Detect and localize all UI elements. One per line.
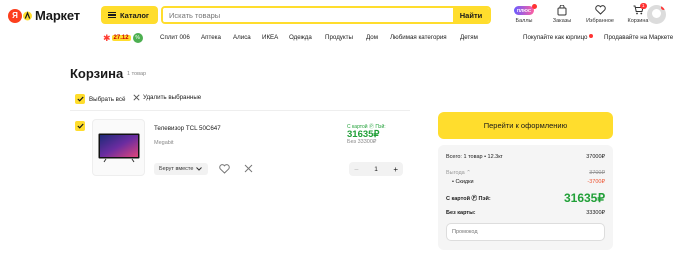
nav-item-split[interactable]: Сплит 006 <box>160 34 190 41</box>
nav-item-pharmacy[interactable]: Аптека <box>201 34 221 41</box>
chevron-down-icon <box>196 167 203 171</box>
business-link-label: Покупайте как юрлицо <box>523 34 588 41</box>
promo-code-input[interactable] <box>446 223 605 241</box>
page-title: Корзина <box>70 66 124 81</box>
checkout-button[interactable]: Перейти к оформлению <box>438 112 613 139</box>
notification-dot <box>661 5 666 10</box>
item-checkbox[interactable] <box>75 121 85 131</box>
nav-item-alice[interactable]: Алиса <box>233 34 251 41</box>
close-icon <box>244 164 253 173</box>
search-bar: Найти <box>161 6 491 24</box>
market-logo-icon <box>23 9 32 23</box>
benefit-row[interactable]: Выгода ⌃ 3700₽ <box>446 170 605 176</box>
total-label: Всего: 1 товар • 12.3кг <box>446 154 503 160</box>
close-icon <box>133 94 140 101</box>
promo-date: 27.12 <box>111 35 131 41</box>
nocard-total-label: Без карты: <box>446 210 476 216</box>
price-without-card: Без 33300₽ <box>347 139 377 145</box>
favorites-button[interactable]: Избранное <box>581 4 619 24</box>
orders-button[interactable]: Заказы <box>543 4 581 24</box>
promo-link[interactable]: ✱ 27.12 % <box>103 33 143 43</box>
seller-name[interactable]: Megabit <box>154 140 174 146</box>
remove-item-button[interactable] <box>244 164 253 175</box>
total-value: 37000₽ <box>586 154 605 160</box>
select-all-label: Выбрать всё <box>89 95 126 103</box>
nav-item-clothes[interactable]: Одежда <box>289 34 312 41</box>
nocard-total-value: 33300₽ <box>586 210 605 216</box>
product-name[interactable]: Телевизор TCL 50C647 <box>154 125 221 132</box>
heart-icon <box>219 164 230 174</box>
nav-item-products[interactable]: Продукты <box>325 34 353 41</box>
orders-icon <box>557 4 567 16</box>
orders-label: Заказы <box>552 18 572 24</box>
cart-item-count: 1 товар <box>127 71 147 77</box>
discount-label: • Скидки <box>452 179 474 185</box>
tv-image <box>98 133 139 162</box>
select-all-checkbox[interactable]: Выбрать всё <box>75 94 125 104</box>
search-button[interactable]: Найти <box>453 8 489 22</box>
favorites-label: Избранное <box>586 18 614 24</box>
category-nav: ✱ 27.12 % Сплит 006 Аптека Алиса ИКЕА Од… <box>0 32 680 46</box>
logo[interactable]: Я Маркет <box>8 8 80 23</box>
avatar[interactable] <box>647 5 666 24</box>
search-input[interactable] <box>163 8 453 22</box>
card-total-row: С картой Ⓟ Пэй: 31635₽ <box>446 191 605 205</box>
product-image[interactable] <box>92 119 145 176</box>
header-icons: ПЛЮС Баллы Заказы Избранное 1 Корзина <box>505 3 657 24</box>
bought-together-label: Берут вместе <box>159 166 194 172</box>
total-row: Всего: 1 товар • 12.3кг 37000₽ <box>446 154 605 160</box>
sell-link[interactable]: Продавайте на Маркете <box>604 34 673 41</box>
notification-dot <box>532 4 537 9</box>
quantity-stepper: − 1 + <box>349 162 403 176</box>
decrease-quantity-button[interactable]: − <box>354 165 359 174</box>
delete-selected-button[interactable]: Удалить выбранные <box>133 94 201 101</box>
logo-text: Маркет <box>35 8 80 23</box>
catalog-button[interactable]: Каталог <box>101 6 158 24</box>
checkbox-checked-icon <box>75 121 85 131</box>
cart-count-badge: 1 <box>640 3 647 9</box>
plus-badge-icon: ПЛЮС <box>514 5 534 15</box>
nocard-total-row: Без карты: 33300₽ <box>446 210 605 216</box>
discount-value: -3700₽ <box>587 179 605 185</box>
divider <box>70 110 410 111</box>
header: Я Маркет Каталог Найти ПЛЮС Баллы Заказы <box>0 0 680 32</box>
discount-badge-icon: % <box>132 33 143 43</box>
notification-dot <box>588 34 593 38</box>
menu-icon <box>108 12 116 18</box>
cart-label: Корзина <box>627 18 649 24</box>
card-total-label: С картой Ⓟ Пэй: <box>446 196 491 202</box>
card-total-value: 31635₽ <box>563 191 605 205</box>
nav-item-favorite-category[interactable]: Любимая категория <box>390 34 447 41</box>
quantity-value: 1 <box>374 165 378 173</box>
order-summary: Всего: 1 товар • 12.3кг 37000₽ Выгода ⌃ … <box>438 145 613 250</box>
nav-item-home[interactable]: Дом <box>366 34 378 41</box>
points-button[interactable]: ПЛЮС Баллы <box>505 4 543 24</box>
nav-item-ikea[interactable]: ИКЕА <box>262 34 278 41</box>
heart-icon <box>594 4 606 16</box>
business-link[interactable]: Покупайте как юрлицо <box>523 34 593 41</box>
points-label: Баллы <box>515 18 533 24</box>
benefit-value: 3700₽ <box>589 170 605 176</box>
add-to-favorites-button[interactable] <box>219 164 230 176</box>
benefit-label: Выгода ⌃ <box>446 170 471 176</box>
nav-item-kids[interactable]: Детям <box>460 34 478 41</box>
increase-quantity-button[interactable]: + <box>393 165 398 174</box>
catalog-label: Каталог <box>120 10 150 20</box>
yandex-logo-icon: Я <box>8 8 22 23</box>
delete-selected-label: Удалить выбранные <box>143 94 202 101</box>
discount-row: • Скидки -3700₽ <box>446 179 605 185</box>
bought-together-dropdown[interactable]: Берут вместе <box>154 163 208 175</box>
star-icon: ✱ <box>103 32 111 43</box>
checkbox-checked-icon <box>75 94 85 104</box>
